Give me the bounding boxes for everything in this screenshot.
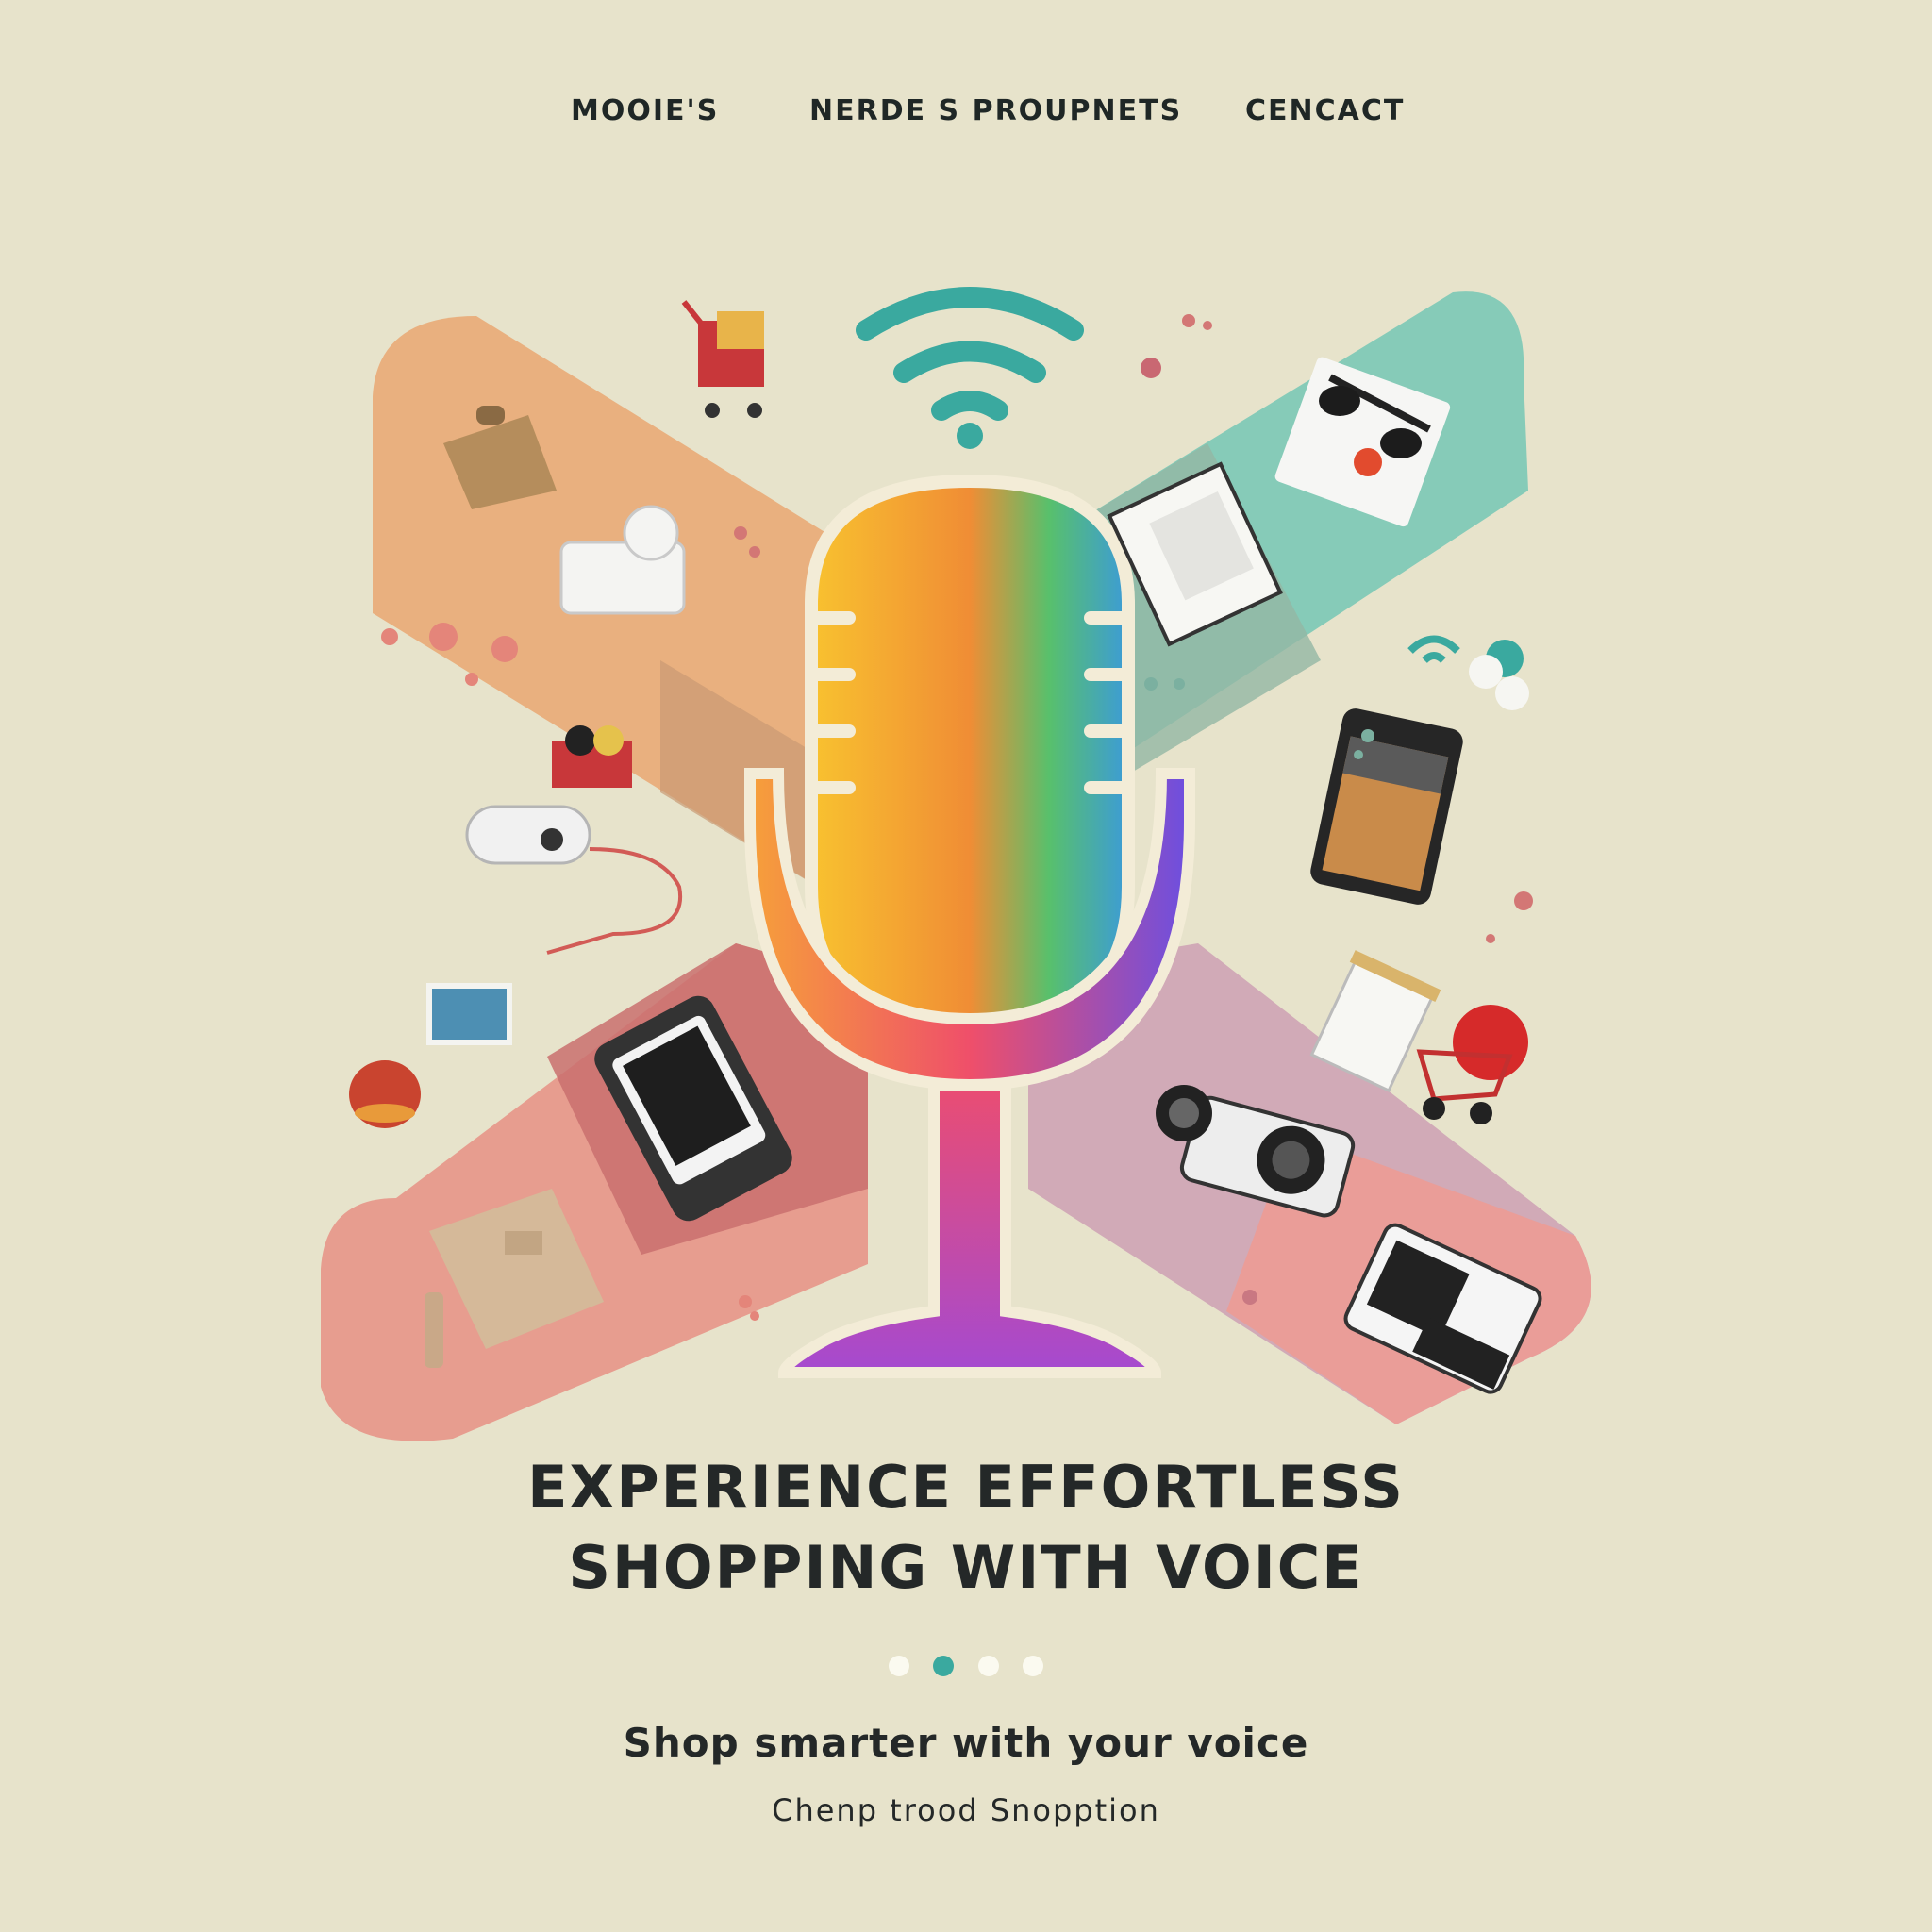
- tablet-icon: [1310, 708, 1463, 905]
- carousel-dot[interactable]: [889, 1656, 910, 1676]
- mouse-device-icon: [465, 805, 683, 955]
- nav-item-products[interactable]: NERDE S PROUPNETS: [809, 94, 1182, 127]
- photo-card-icon: [426, 983, 512, 1045]
- carousel-dot[interactable]: [1022, 1656, 1043, 1676]
- hero-tagline: Shop smarter with your voice: [623, 1720, 1309, 1766]
- carousel-indicators: [0, 1656, 1932, 1680]
- top-navigation: MOOIE'S NERDE S PROUPNETS CENCACT: [0, 94, 1932, 151]
- nav-item-contact[interactable]: CENCACT: [1245, 94, 1405, 127]
- tin-box-icon: [349, 1060, 421, 1128]
- shopping-basket-icon: [1416, 1005, 1528, 1124]
- nav-item-models[interactable]: MOOIE'S: [571, 94, 719, 127]
- wireless-earbuds-icon: [1407, 635, 1529, 710]
- shopping-cart-icon: [681, 300, 764, 418]
- hero-illustration: [321, 287, 1591, 1441]
- cart-small-icon: [552, 725, 632, 788]
- carousel-dot-active[interactable]: [933, 1656, 955, 1676]
- hero-headline-line-1: EXPERIENCE EFFORTLESS: [527, 1453, 1405, 1522]
- landing-page: MOOIE'S NERDE S PROUPNETS CENCACT EXPERI…: [0, 0, 1932, 1932]
- hero-subline: Chenp trood Snopption: [772, 1792, 1160, 1828]
- carousel-dot[interactable]: [977, 1656, 999, 1676]
- wifi-signal-icon: [856, 287, 1084, 449]
- hero-headline-line-2: SHOPPING WITH VOICE: [568, 1533, 1364, 1602]
